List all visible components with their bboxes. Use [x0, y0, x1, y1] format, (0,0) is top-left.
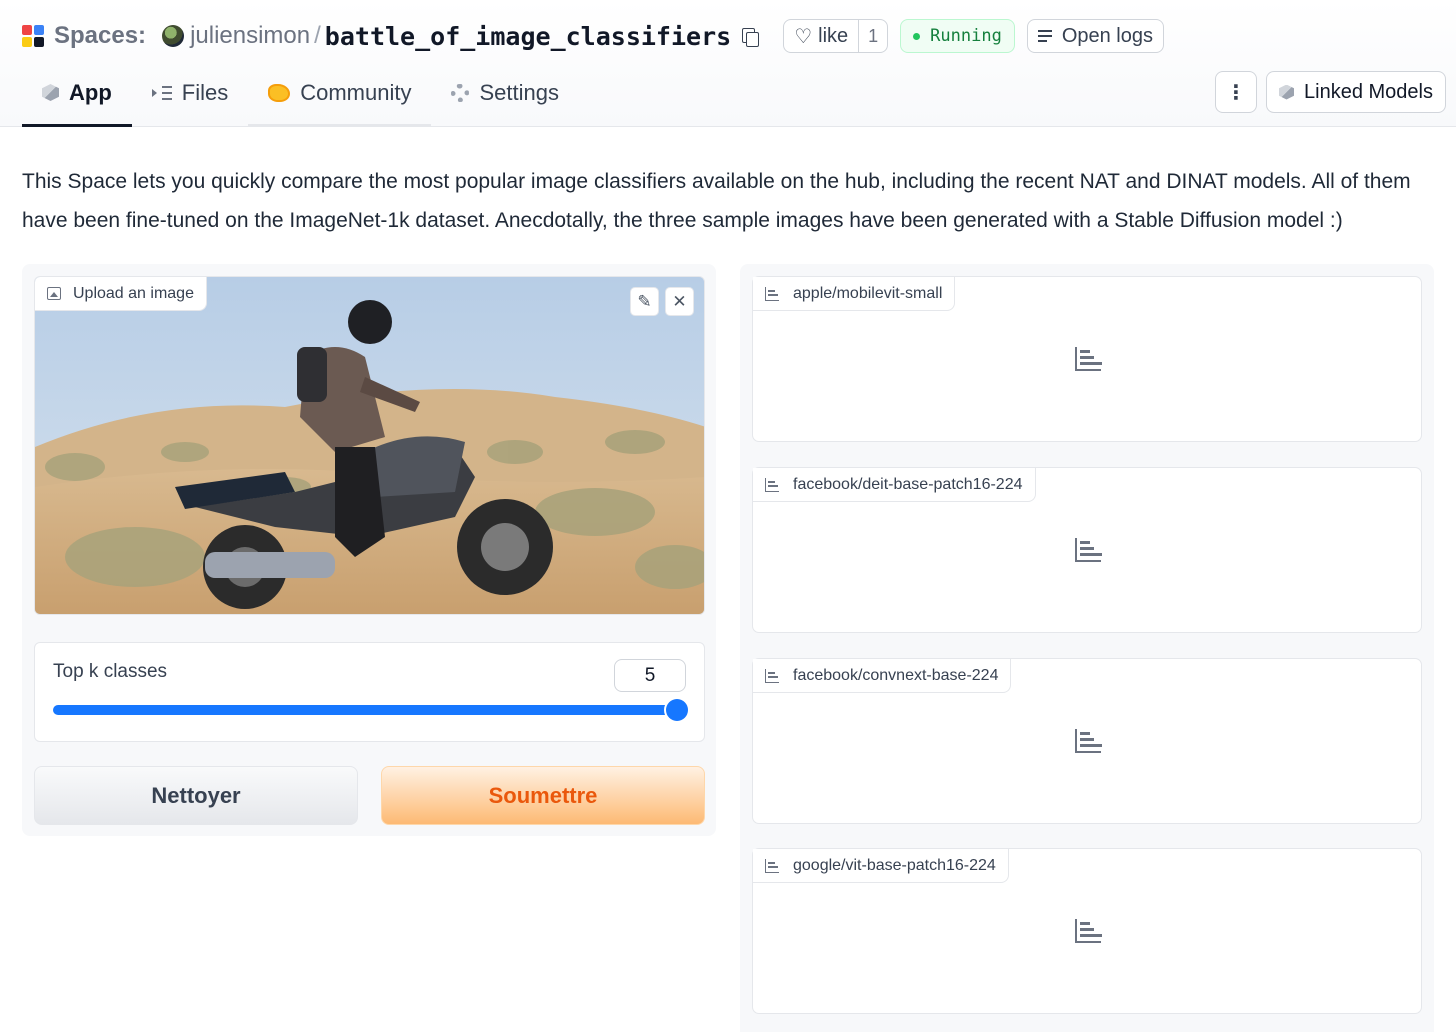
repo-name[interactable]: battle_of_image_classifiers — [325, 22, 731, 51]
header-topline: Spaces: juliensimon / battle_of_image_cl… — [22, 16, 1164, 56]
tab-settings[interactable]: Settings — [431, 58, 579, 127]
cube-icon — [42, 84, 59, 101]
top-k-slider-thumb[interactable] — [666, 699, 688, 721]
community-icon — [268, 83, 291, 102]
clear-button[interactable]: Nettoyer — [34, 766, 358, 825]
space-header: Spaces: juliensimon / battle_of_image_cl… — [0, 0, 1456, 127]
owner-link[interactable]: juliensimon — [190, 22, 310, 50]
tab-community-label: Community — [300, 79, 412, 105]
cube-icon — [1279, 84, 1294, 100]
tab-files[interactable]: Files — [132, 58, 248, 127]
result-deit: facebook/deit-base-patch16-224 — [752, 467, 1422, 633]
spaces-label[interactable]: Spaces: — [54, 22, 146, 50]
status-dot-icon — [913, 32, 921, 40]
status-text: Running — [930, 26, 1002, 46]
spaces-logo-icon[interactable] — [22, 25, 44, 47]
like-count[interactable]: 1 — [859, 20, 887, 52]
edit-icon[interactable]: ✎ — [630, 287, 659, 316]
like-group: ♡ like 1 — [783, 19, 889, 53]
linked-models-label: Linked Models — [1304, 80, 1433, 103]
result-label-text: facebook/convnext-base-224 — [793, 666, 999, 684]
result-vit: google/vit-base-patch16-224 — [752, 848, 1422, 1014]
files-icon — [151, 85, 172, 100]
result-label-text: facebook/deit-base-patch16-224 — [793, 475, 1023, 493]
result-label: facebook/deit-base-patch16-224 — [753, 468, 1036, 502]
more-options-button[interactable]: ⋮ — [1215, 71, 1257, 113]
image-upload[interactable]: Upload an image ✎ ✕ — [34, 276, 705, 615]
gear-icon — [451, 83, 470, 102]
like-button[interactable]: ♡ like — [784, 20, 860, 52]
tab-community[interactable]: Community — [248, 58, 432, 127]
empty-chart-icon — [1075, 347, 1102, 371]
close-icon[interactable]: ✕ — [665, 287, 694, 316]
result-label-text: apple/mobilevit-small — [793, 284, 943, 302]
upload-label-text: Upload an image — [73, 284, 194, 302]
result-convnext: facebook/convnext-base-224 — [752, 658, 1422, 824]
empty-chart-icon — [1075, 729, 1102, 753]
image-tools: ✎ ✕ — [630, 287, 694, 316]
uploaded-image — [35, 277, 704, 614]
linked-models-button[interactable]: Linked Models — [1266, 71, 1446, 113]
result-label: google/vit-base-patch16-224 — [753, 849, 1009, 883]
top-k-number-input[interactable]: 5 — [614, 659, 686, 692]
bar-chart-icon — [765, 286, 779, 301]
bar-chart-icon — [765, 858, 779, 873]
bar-chart-icon — [765, 668, 779, 683]
like-label: like — [818, 24, 849, 47]
top-k-slider-track[interactable] — [53, 699, 688, 721]
image-icon — [47, 287, 61, 300]
top-k-slider-block: Top k classes 5 — [34, 642, 705, 742]
owner-avatar — [162, 25, 185, 47]
space-tabs: App Files Community Settings — [22, 58, 579, 127]
results-panel: apple/mobilevit-small facebook/deit-base… — [740, 264, 1434, 1032]
empty-chart-icon — [1075, 919, 1102, 943]
tab-settings-label: Settings — [479, 79, 559, 105]
open-logs-button[interactable]: Open logs — [1026, 19, 1164, 53]
heart-icon: ♡ — [794, 25, 813, 48]
result-label: apple/mobilevit-small — [753, 277, 956, 311]
empty-chart-icon — [1075, 538, 1102, 562]
upload-label: Upload an image — [35, 277, 207, 311]
tab-files-label: Files — [181, 79, 229, 105]
copy-icon[interactable] — [741, 27, 760, 47]
tab-app-label: App — [69, 79, 112, 105]
path-separator: / — [314, 22, 321, 49]
logs-icon — [1037, 29, 1054, 43]
status-badge[interactable]: Running — [900, 19, 1015, 53]
space-description: This Space lets you quickly compare the … — [22, 170, 1411, 232]
submit-button[interactable]: Soumettre — [381, 766, 705, 825]
tab-app[interactable]: App — [22, 58, 132, 127]
result-label-text: google/vit-base-patch16-224 — [793, 856, 996, 874]
top-k-label: Top k classes — [53, 661, 168, 682]
open-logs-label: Open logs — [1061, 24, 1153, 47]
result-mobilevit: apple/mobilevit-small — [752, 276, 1422, 442]
result-label: facebook/convnext-base-224 — [753, 659, 1012, 693]
bar-chart-icon — [765, 477, 779, 492]
input-panel: Upload an image ✎ ✕ Top k classes 5 Nett… — [22, 264, 716, 836]
